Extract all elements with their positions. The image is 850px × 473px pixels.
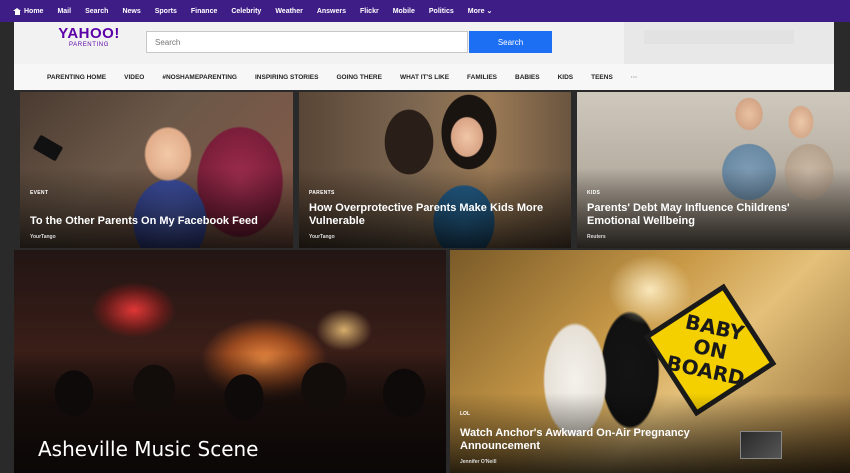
phone-graphic bbox=[32, 134, 64, 162]
nav-more[interactable]: More ⌄ bbox=[461, 7, 500, 15]
section-teens[interactable]: TEENS bbox=[582, 74, 622, 81]
article-title[interactable]: Watch Anchor's Awkward On-Air Pregnancy … bbox=[460, 427, 740, 452]
section-going-there[interactable]: GOING THERE bbox=[327, 74, 391, 81]
nav-mail[interactable]: Mail bbox=[50, 8, 78, 15]
yahoo-parenting-logo[interactable]: YAHOO! PARENTING bbox=[44, 26, 134, 60]
nav-news[interactable]: News bbox=[115, 8, 147, 15]
logo-subtitle: PARENTING bbox=[69, 42, 109, 48]
article-card[interactable]: KIDS Parents' Debt May Influence Childre… bbox=[577, 92, 850, 248]
article-source: YourTango bbox=[309, 234, 335, 240]
header-ad-placeholder bbox=[644, 30, 794, 44]
nav-answers[interactable]: Answers bbox=[310, 8, 353, 15]
nav-search[interactable]: Search bbox=[78, 8, 115, 15]
nav-flickr[interactable]: Flickr bbox=[353, 8, 386, 15]
featured-tile-video[interactable]: BABY ON BOARD LOL Watch Anchor's Awkward… bbox=[450, 250, 850, 473]
article-title[interactable]: To the Other Parents On My Facebook Feed bbox=[30, 215, 283, 228]
section-inspiring-stories[interactable]: INSPIRING STORIES bbox=[246, 74, 327, 81]
section-navigation: PARENTING HOME VIDEO #NOSHAMEPARENTING I… bbox=[14, 64, 834, 90]
article-source: YourTango bbox=[30, 234, 56, 240]
site-header: YAHOO! PARENTING Search bbox=[14, 22, 834, 64]
article-category: PARENTS bbox=[309, 190, 335, 196]
tile-caption[interactable]: Asheville Music Scene bbox=[38, 437, 259, 461]
article-source: Jennifer O'Neill bbox=[460, 459, 497, 465]
search-button[interactable]: Search bbox=[469, 31, 552, 53]
article-title[interactable]: Parents' Debt May Influence Childrens' E… bbox=[587, 202, 840, 227]
section-kids[interactable]: KIDS bbox=[549, 74, 583, 81]
nav-finance[interactable]: Finance bbox=[184, 8, 224, 15]
section-what-its-like[interactable]: WHAT IT'S LIKE bbox=[391, 74, 458, 81]
section-more-button[interactable]: ··· bbox=[622, 74, 647, 81]
section-families[interactable]: FAMILIES bbox=[458, 74, 506, 81]
nav-politics[interactable]: Politics bbox=[422, 8, 461, 15]
section-babies[interactable]: BABIES bbox=[506, 74, 549, 81]
article-category: EVENT bbox=[30, 190, 49, 196]
top-navigation-bar: Home Mail Search News Sports Finance Cel… bbox=[0, 0, 850, 22]
article-card[interactable]: EVENT To the Other Parents On My Faceboo… bbox=[20, 92, 293, 248]
nav-sports[interactable]: Sports bbox=[148, 8, 184, 15]
section-video[interactable]: VIDEO bbox=[115, 74, 153, 81]
article-title[interactable]: How Overprotective Parents Make Kids Mor… bbox=[309, 202, 561, 227]
nav-home[interactable]: Home bbox=[6, 7, 50, 15]
header-ad-area bbox=[624, 22, 834, 64]
search-input[interactable] bbox=[146, 31, 468, 53]
video-thumbnail[interactable] bbox=[740, 431, 782, 459]
featured-tile-music[interactable]: Asheville Music Scene bbox=[14, 250, 446, 473]
nav-weather[interactable]: Weather bbox=[268, 8, 310, 15]
home-icon bbox=[13, 7, 21, 15]
nav-celebrity[interactable]: Celebrity bbox=[224, 8, 268, 15]
nav-mobile[interactable]: Mobile bbox=[386, 8, 422, 15]
article-card[interactable]: PARENTS How Overprotective Parents Make … bbox=[299, 92, 571, 248]
logo-brand: YAHOO! bbox=[58, 25, 120, 42]
article-category: LOL bbox=[460, 411, 470, 417]
section-parenting-home[interactable]: PARENTING HOME bbox=[38, 74, 115, 81]
section-noshameparenting[interactable]: #NOSHAMEPARENTING bbox=[153, 74, 246, 81]
article-category: KIDS bbox=[587, 190, 601, 196]
article-source: Reuters bbox=[587, 234, 606, 240]
image-gradient-overlay bbox=[20, 168, 293, 248]
